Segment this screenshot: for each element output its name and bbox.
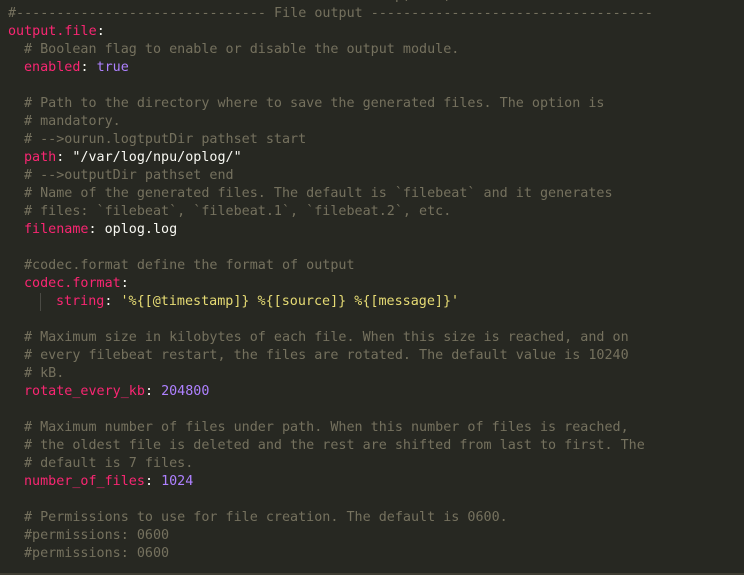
config-key: path: [24, 150, 57, 165]
config-key: rotate_every_kb: [24, 384, 145, 399]
code-line[interactable]: enabled: true: [8, 59, 744, 77]
key-separator: :: [96, 24, 105, 39]
code-comment: #permissions: 0600: [24, 546, 170, 561]
config-key: filename: [24, 222, 89, 237]
code-line[interactable]: # mandatory.: [8, 113, 744, 131]
blank-line[interactable]: [8, 77, 744, 95]
code-line[interactable]: # -->outputDir pathset end: [8, 167, 744, 185]
config-key: number_of_files: [24, 474, 145, 489]
code-line[interactable]: # default is 7 files.: [8, 455, 744, 473]
code-line[interactable]: path: "/var/log/npu/oplog/": [8, 149, 744, 167]
code-line[interactable]: # the oldest file is deleted and the res…: [8, 437, 744, 455]
code-line[interactable]: # files: `filebeat`, `filebeat.1`, `file…: [8, 203, 744, 221]
config-key: enabled: [24, 60, 81, 75]
code-comment: # Name of the generated files. The defau…: [24, 186, 613, 201]
key-separator: :: [104, 294, 121, 309]
code-line[interactable]: # Maximum size in kilobytes of each file…: [8, 329, 744, 347]
config-value: '%{[@timestamp]} %{[source]} %{[message]…: [120, 294, 460, 309]
key-separator: :: [120, 276, 129, 291]
code-line[interactable]: #permissions: 0600: [8, 527, 744, 545]
code-comment: # -->ourun.logtputDir pathset start: [24, 132, 307, 147]
key-separator: :: [56, 150, 73, 165]
code-line[interactable]: # every filebeat restart, the files are …: [8, 347, 744, 365]
code-line[interactable]: # Maximum number of files under path. Wh…: [8, 419, 744, 437]
indent-guide: [40, 293, 41, 311]
code-line[interactable]: number_of_files: 1024: [8, 473, 744, 491]
code-comment: # default is 7 files.: [24, 456, 194, 471]
blank-line[interactable]: [8, 401, 744, 419]
code-line[interactable]: string: '%{[@timestamp]} %{[source]} %{[…: [8, 293, 744, 311]
code-line[interactable]: # kB.: [8, 365, 744, 383]
config-value: 204800: [161, 384, 210, 399]
code-comment: # -->outputDir pathset end: [24, 168, 234, 183]
config-value: "/var/log/npu/oplog/": [72, 150, 242, 165]
config-key: codec.format: [24, 276, 121, 291]
code-line[interactable]: # Name of the generated files. The defau…: [8, 185, 744, 203]
config-key: output.file: [8, 24, 97, 39]
code-comment: #codec.format define the format of outpu…: [24, 258, 355, 273]
code-line[interactable]: rotate_every_kb: 204800: [8, 383, 744, 401]
code-comment: #------------------------------- File ou…: [8, 6, 653, 21]
code-line[interactable]: #permissions: 0600: [8, 545, 744, 563]
code-line[interactable]: # Path to the directory where to save th…: [8, 95, 744, 113]
key-separator: :: [144, 474, 162, 489]
code-line[interactable]: output.file:: [8, 23, 744, 41]
code-comment: # Path to the directory where to save th…: [24, 96, 605, 111]
code-comment: # kB.: [24, 366, 65, 381]
code-comment: # Boolean flag to enable or disable the …: [24, 42, 460, 57]
code-line[interactable]: #codec.format define the format of outpu…: [8, 257, 744, 275]
code-line[interactable]: # Boolean flag to enable or disable the …: [8, 41, 744, 59]
code-line[interactable]: filename: oplog.log: [8, 221, 744, 239]
config-value: true: [96, 60, 129, 75]
blank-line[interactable]: [8, 311, 744, 329]
key-separator: :: [144, 384, 162, 399]
key-separator: :: [88, 222, 105, 237]
code-comment: # every filebeat restart, the files are …: [24, 348, 629, 363]
config-key: string: [56, 294, 105, 309]
code-comment: # Maximum size in kilobytes of each file…: [24, 330, 629, 345]
code-comment: #permissions: 0600: [24, 528, 170, 543]
code-area[interactable]: # # of # http, cmd, ... #----------------…: [8, 0, 744, 575]
blank-line[interactable]: [8, 239, 744, 257]
config-value: oplog.log: [104, 222, 178, 237]
code-comment: # the oldest file is deleted and the res…: [24, 438, 645, 453]
code-editor[interactable]: # # of # http, cmd, ... #----------------…: [0, 0, 744, 575]
code-comment: # Maximum number of files under path. Wh…: [24, 420, 629, 435]
key-separator: :: [80, 60, 97, 75]
code-comment: # mandatory.: [24, 114, 121, 129]
code-line[interactable]: # Permissions to use for file creation. …: [8, 509, 744, 527]
code-line[interactable]: # -->ourun.logtputDir pathset start: [8, 131, 744, 149]
code-comment: # Permissions to use for file creation. …: [24, 510, 508, 525]
config-value: 1024: [161, 474, 194, 489]
code-line[interactable]: #------------------------------- File ou…: [8, 5, 744, 23]
code-comment: # # of # http, cmd, ...: [8, 0, 484, 3]
code-line[interactable]: codec.format:: [8, 275, 744, 293]
code-comment: # files: `filebeat`, `filebeat.1`, `file…: [24, 204, 452, 219]
blank-line[interactable]: [8, 491, 744, 509]
